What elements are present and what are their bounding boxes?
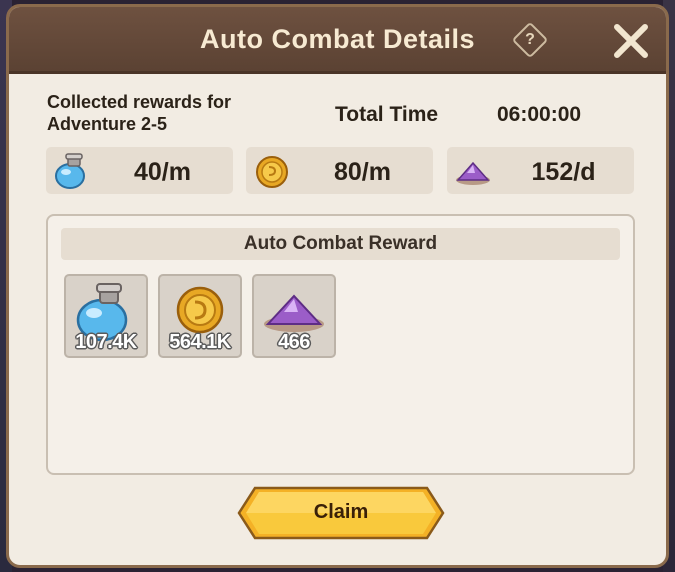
reward-header: Auto Combat Reward [61, 228, 620, 260]
reward-panel: Auto Combat Reward 107.4K 564.1K 466 [46, 214, 635, 475]
gold-rate-value: 80/m [334, 158, 391, 186]
potion-rate-value: 40/m [134, 158, 191, 186]
title-bar: Auto Combat Details ? [9, 7, 666, 74]
reward-quantity: 107.4K [75, 331, 137, 353]
crystal-dust-icon [456, 161, 490, 185]
dialog-title: Auto Combat Details [199, 24, 476, 54]
gold-rate-box: 80/m [246, 147, 433, 194]
close-button[interactable] [611, 21, 651, 61]
total-time-label: Total Time [335, 103, 439, 126]
close-icon [614, 24, 648, 58]
potion-rate-box: 40/m [46, 147, 233, 194]
reward-quantity: 564.1K [169, 331, 231, 353]
collected-rewards-label: Collected rewards for Adventure 2-5 [47, 92, 232, 134]
total-time-value: 06:00:00 [497, 103, 582, 126]
crystal-rate-box: 152/d [447, 147, 634, 194]
claim-label: Claim [313, 501, 369, 523]
reward-item-gold[interactable]: 564.1K [158, 274, 242, 358]
reward-item-crystal[interactable]: 466 [252, 274, 336, 358]
reward-item-potion[interactable]: 107.4K [64, 274, 148, 358]
auto-combat-dialog: Auto Combat Details ? Collected rewards … [6, 4, 669, 568]
potion-icon [55, 153, 85, 189]
reward-quantity: 466 [278, 331, 310, 353]
claim-button[interactable]: Claim [237, 486, 445, 540]
crystal-rate-value: 152/d [531, 158, 596, 186]
gold-coin-icon [256, 156, 288, 188]
question-mark-icon: ? [525, 31, 535, 48]
